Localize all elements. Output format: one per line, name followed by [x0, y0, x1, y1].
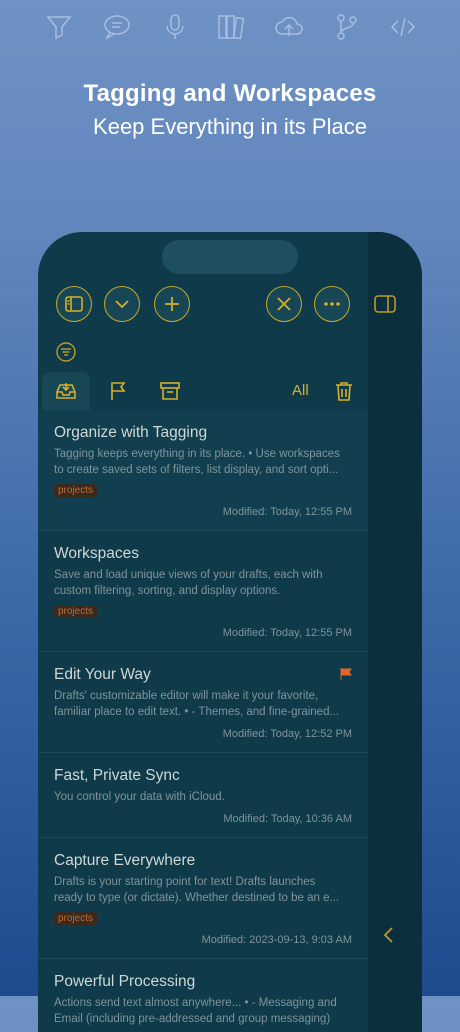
- draft-title: Workspaces: [54, 545, 139, 562]
- list-item[interactable]: Fast, Private Sync You control your data…: [38, 753, 368, 838]
- draft-preview: ready to type (or dictate). Whether dest…: [54, 892, 340, 904]
- add-draft-button[interactable]: [154, 286, 190, 322]
- trash-icon: [336, 382, 352, 401]
- draft-title: Fast, Private Sync: [54, 767, 180, 784]
- modified-date: Modified: Today, 12:55 PM: [222, 506, 352, 518]
- draft-list: Organize with Tagging Tagging keeps ever…: [38, 410, 368, 1032]
- draft-preview: Drafts is your starting point for text! …: [54, 876, 316, 888]
- side-panel: [368, 232, 422, 1032]
- flag-icon: [111, 382, 126, 400]
- tab-inbox[interactable]: [42, 372, 90, 410]
- cloud-upload-icon: [274, 12, 304, 42]
- hero-title: Tagging and Workspaces: [83, 80, 377, 107]
- trash-button[interactable]: [326, 372, 362, 410]
- dynamic-island: [162, 240, 298, 274]
- draft-title: Organize with Tagging: [54, 424, 208, 441]
- draft-preview: Tagging keeps everything in its place. •…: [54, 448, 340, 460]
- right-sidebar-icon[interactable]: [374, 294, 396, 314]
- draft-title: Capture Everywhere: [54, 852, 196, 869]
- draft-title: Powerful Processing: [54, 973, 196, 990]
- draft-preview: Save and load unique views of your draft…: [54, 569, 323, 581]
- archive-icon: [160, 382, 180, 400]
- microphone-icon: [160, 12, 190, 42]
- feature-icon-bar: [0, 12, 460, 42]
- list-item[interactable]: Capture Everywhere Drafts is your starti…: [38, 838, 368, 959]
- inbox-icon: [56, 383, 76, 399]
- modified-date: Modified: Today, 10:36 AM: [223, 813, 352, 825]
- draft-title: Edit Your Way: [54, 666, 151, 683]
- code-icon: [388, 12, 418, 42]
- sidebar-button[interactable]: [56, 286, 92, 322]
- books-icon: [216, 12, 246, 42]
- branch-icon: [332, 12, 362, 42]
- modified-date: Modified: Today, 12:52 PM: [222, 728, 352, 740]
- draft-preview: to create saved sets of filters, list di…: [54, 464, 339, 476]
- more-button[interactable]: [314, 286, 350, 322]
- draft-preview: custom filtering, sorting, and display o…: [54, 585, 281, 597]
- list-item[interactable]: Organize with Tagging Tagging keeps ever…: [38, 410, 368, 531]
- tab-all[interactable]: All: [292, 382, 309, 399]
- hero-text: Tagging and Workspaces Keep Everything i…: [0, 80, 460, 140]
- tab-archive[interactable]: [152, 372, 188, 410]
- ellipsis-icon: [324, 302, 340, 306]
- tag-badge: projects: [54, 484, 98, 497]
- chevron-down-icon: [115, 300, 129, 309]
- tab-flagged[interactable]: [100, 372, 136, 410]
- draft-preview: You control your data with iCloud.: [54, 791, 225, 803]
- draft-preview: Actions send text almost anywhere... • -…: [54, 997, 337, 1009]
- modified-date: Modified: 2023-09-13, 9:03 AM: [201, 934, 352, 946]
- phone-mockup: All Organize with Tagging Tagging keeps …: [38, 232, 422, 1032]
- draft-preview: Drafts' customizable editor will make it…: [54, 690, 319, 702]
- sidebar-icon: [65, 296, 83, 312]
- tag-badge: projects: [54, 605, 98, 618]
- draft-preview: Email (including pre-addressed and group…: [54, 1013, 331, 1025]
- draft-preview: familiar place to edit text. • - Themes,…: [54, 706, 340, 718]
- close-icon: [277, 297, 291, 311]
- close-button[interactable]: [266, 286, 302, 322]
- folder-tabs: All: [38, 372, 368, 410]
- speech-bubble-icon: [102, 12, 132, 42]
- modified-date: Modified: Today, 12:55 PM: [222, 627, 352, 639]
- list-item[interactable]: Workspaces Save and load unique views of…: [38, 531, 368, 652]
- filter-lines-icon[interactable]: [56, 342, 76, 362]
- plus-icon: [165, 297, 179, 311]
- flag-icon: [340, 668, 352, 680]
- list-item[interactable]: Edit Your Way Drafts' customizable edito…: [38, 652, 368, 753]
- filter-icon: [44, 12, 74, 42]
- tag-badge: projects: [54, 912, 98, 925]
- expand-button[interactable]: [104, 286, 140, 322]
- chevron-left-icon[interactable]: [382, 926, 396, 944]
- hero-subtitle: Keep Everything in its Place: [93, 114, 367, 139]
